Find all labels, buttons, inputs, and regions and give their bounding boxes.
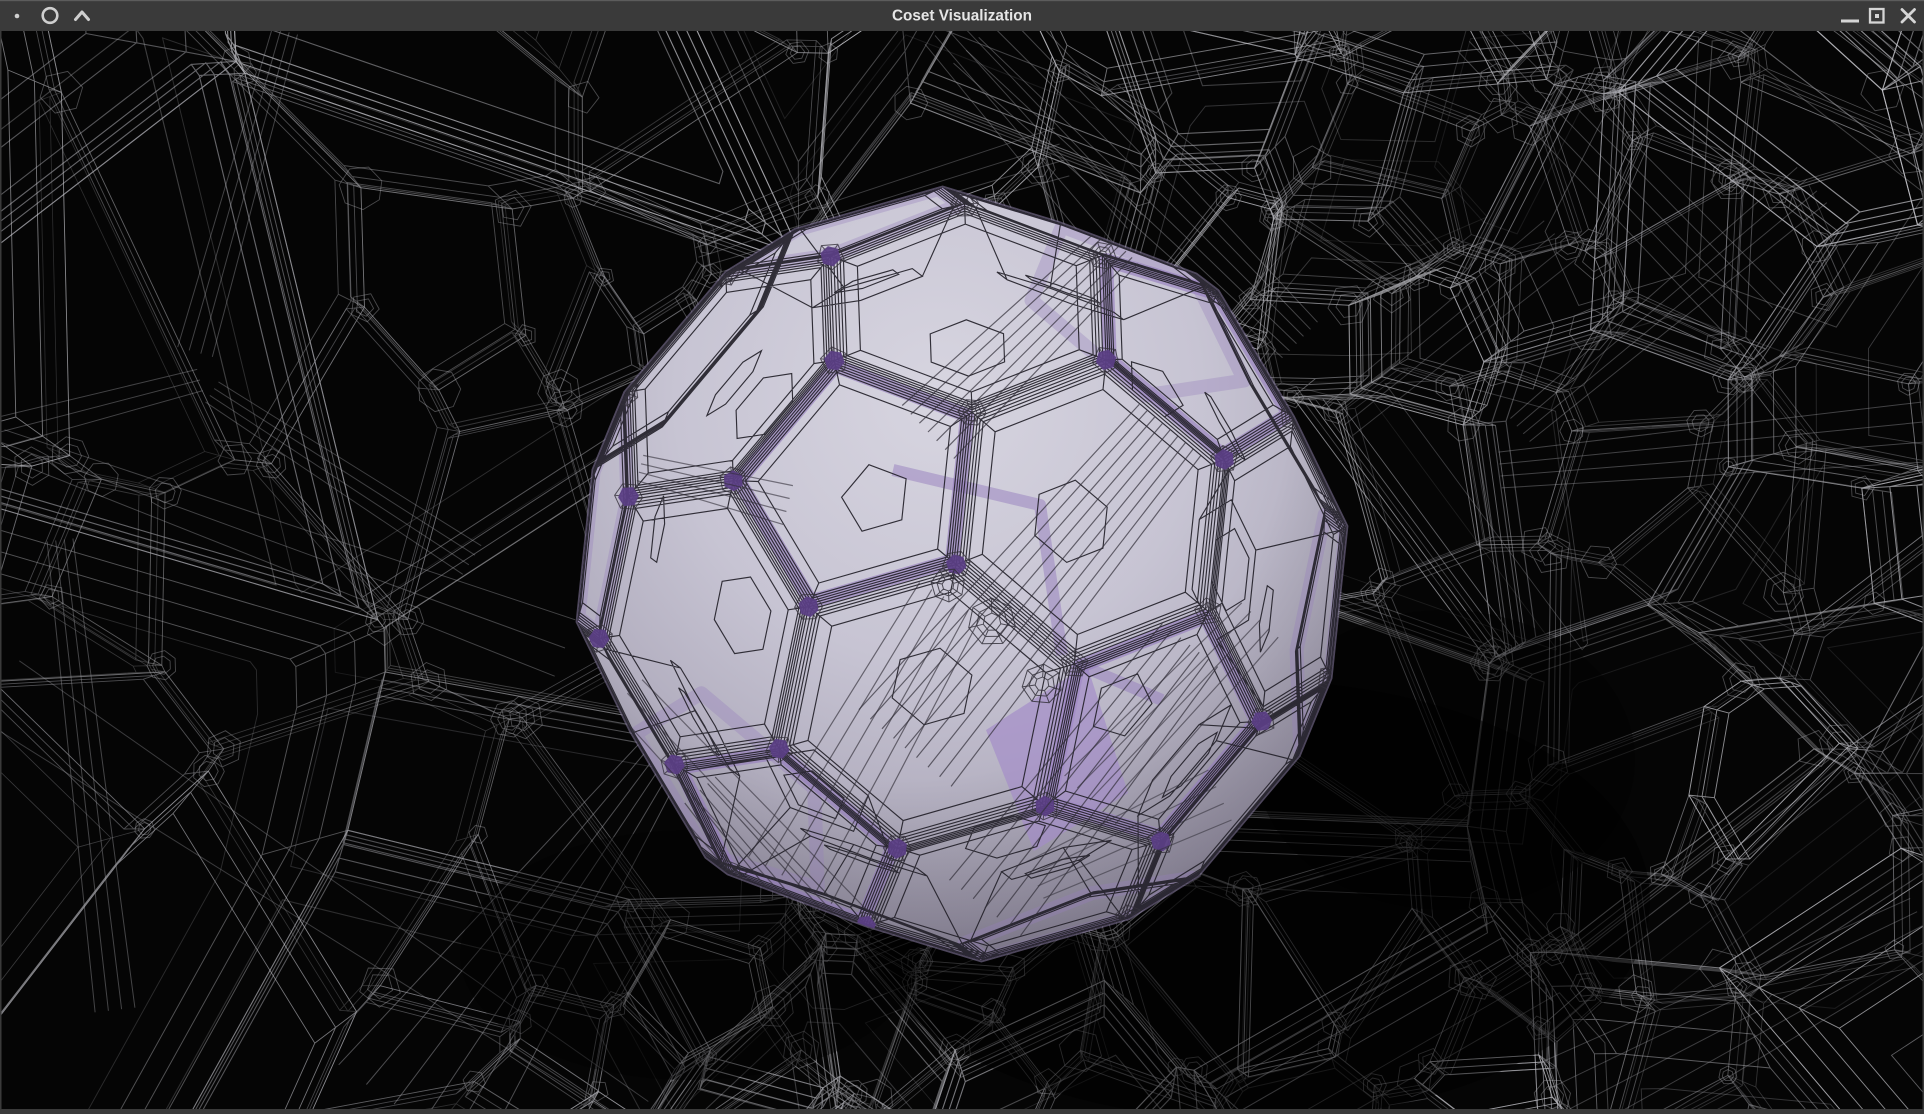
svg-text:Coset Visualization: Coset Visualization xyxy=(892,8,1032,25)
